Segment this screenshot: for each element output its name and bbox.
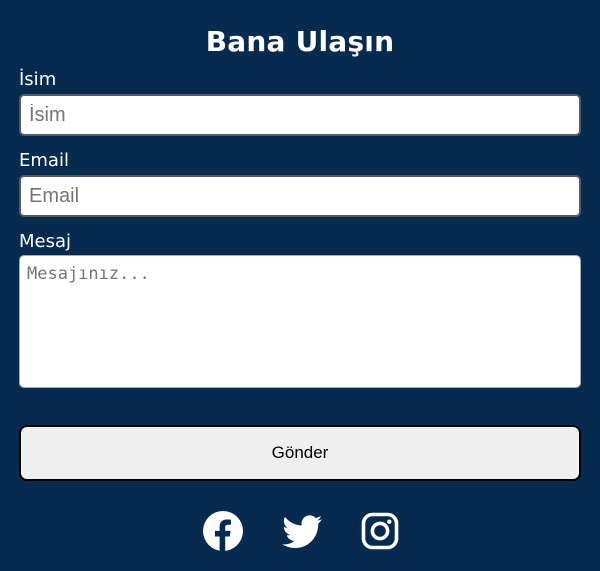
contact-section: Bana Ulaşın İsim Email Mesaj Gönder [0,0,600,571]
name-input[interactable] [19,94,581,136]
instagram-link[interactable] [359,510,401,552]
message-textarea[interactable] [19,255,581,388]
email-label: Email [19,150,69,171]
email-input[interactable] [19,175,581,217]
twitter-link[interactable] [281,510,323,552]
facebook-icon [203,511,243,551]
message-label: Mesaj [19,231,72,252]
submit-button[interactable]: Gönder [19,425,581,481]
facebook-link[interactable] [202,510,244,552]
page-title: Bana Ulaşın [205,25,395,58]
twitter-icon [282,515,322,548]
name-label: İsim [19,69,57,90]
instagram-icon [361,512,399,550]
